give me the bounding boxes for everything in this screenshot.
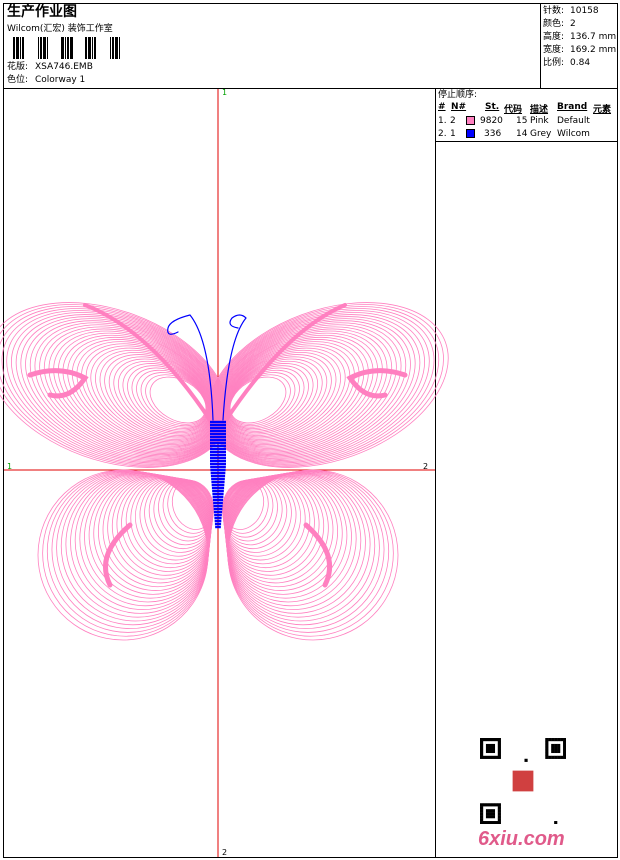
axis-label-bottom: 2: [222, 848, 228, 857]
butterfly-design: [0, 302, 449, 641]
watermark-site: 6xiu.com: [478, 828, 565, 850]
axis-label-right: 2: [423, 462, 429, 471]
axis-label-top: 1: [222, 88, 228, 97]
qr-code-icon: [480, 738, 566, 824]
embroidery-canvas: [0, 89, 449, 857]
axis-label-left: 1: [7, 462, 13, 471]
